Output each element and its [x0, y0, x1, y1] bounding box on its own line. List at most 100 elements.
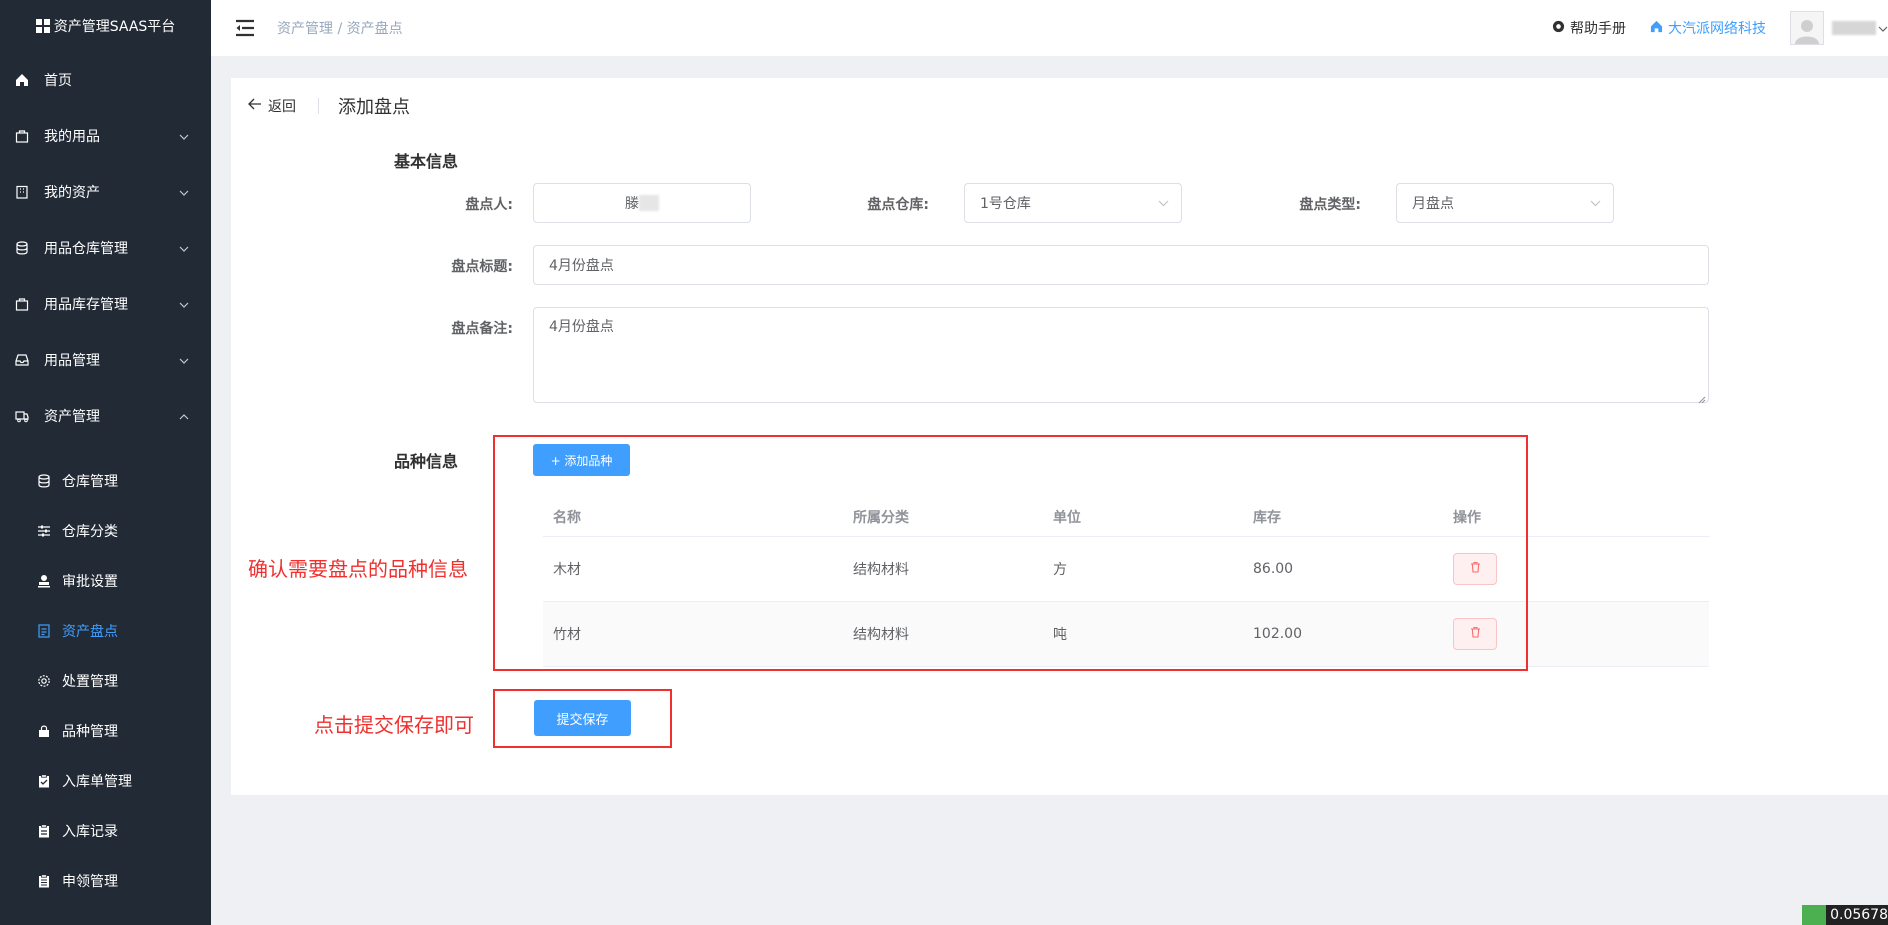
type-select[interactable]: 月盘点: [1396, 183, 1614, 223]
sidebar-item-supply-inventory[interactable]: 用品库存管理: [0, 276, 211, 332]
sidebar-item-supply-warehouse[interactable]: 用品仓库管理: [0, 220, 211, 276]
title-value: 4月份盘点: [549, 258, 614, 274]
lock-icon: [36, 723, 52, 739]
help-manual-label: 帮助手册: [1570, 21, 1626, 37]
variety-info-title: 品种信息: [394, 452, 459, 471]
sidebar-item-my-supplies[interactable]: 我的用品: [0, 108, 211, 164]
warehouse-value: 1号仓库: [980, 196, 1031, 212]
top-header: 资产管理 / 资产盘点 帮助手册 大汽派网络科技: [211, 0, 1888, 56]
home-icon: [14, 72, 30, 88]
sidebar-item-label: 首页: [44, 73, 72, 89]
chevron-down-icon: [179, 296, 189, 312]
speed-icon: [1802, 905, 1827, 925]
database-icon: [36, 473, 52, 489]
checker-field[interactable]: 滕: [533, 183, 751, 223]
basic-info-title: 基本信息: [394, 152, 459, 171]
title-label: 盘点标题:: [451, 259, 513, 275]
company-name: 大汽派网络科技: [1668, 21, 1766, 37]
sidebar-item-label: 我的资产: [44, 185, 100, 201]
sidebar-sub-label: 仓库管理: [62, 474, 118, 490]
chevron-down-icon: [179, 184, 189, 200]
remark-label: 盘点备注:: [451, 321, 513, 337]
sidebar: 资产管理SAAS平台 首页 我的用品 我的资产 用品仓库管理 用品库存管理 用品…: [0, 0, 211, 925]
home-icon: [1650, 20, 1663, 37]
type-value: 月盘点: [1412, 196, 1454, 212]
sidebar-item-asset-management[interactable]: 资产管理: [0, 388, 211, 444]
type-label: 盘点类型:: [1299, 197, 1361, 213]
warehouse-select[interactable]: 1号仓库: [964, 183, 1182, 223]
sidebar-sub-disposal[interactable]: 处置管理: [0, 656, 211, 706]
avatar[interactable]: [1790, 11, 1824, 45]
sidebar-item-supply-management[interactable]: 用品管理: [0, 332, 211, 388]
sidebar-sub-label: 品种管理: [62, 724, 118, 740]
sidebar-sub-label: 审批设置: [62, 574, 118, 590]
sidebar-sub-label: 入库记录: [62, 824, 118, 840]
database-icon: [14, 240, 30, 256]
arrow-left-icon: [248, 98, 262, 114]
checker-label: 盘点人:: [465, 197, 513, 213]
clipboard-icon: [36, 873, 52, 889]
annotation-box-variety: [493, 435, 1528, 671]
sidebar-sub-inbound-record[interactable]: 入库记录: [0, 806, 211, 856]
corner-value: 0.05678: [1830, 907, 1888, 923]
title-input[interactable]: 4月份盘点: [533, 245, 1709, 285]
app-logo[interactable]: 资产管理SAAS平台: [0, 0, 211, 52]
sidebar-item-home[interactable]: 首页: [0, 52, 211, 108]
bag-icon: [14, 296, 30, 312]
gear-icon: [36, 673, 52, 689]
document-icon: [36, 623, 52, 639]
bag-icon: [14, 128, 30, 144]
annotation-confirm-text: 确认需要盘点的品种信息: [248, 557, 468, 581]
menu-fold-icon[interactable]: [235, 18, 255, 38]
inbox-icon: [14, 352, 30, 368]
sidebar-sub-variety[interactable]: 品种管理: [0, 706, 211, 756]
truck-icon: [14, 408, 30, 424]
sidebar-sub-asset-inventory[interactable]: 资产盘点: [0, 606, 211, 656]
remark-value: 4月份盘点: [549, 319, 614, 335]
sidebar-sub-label: 资产盘点: [62, 624, 118, 640]
sidebar-item-label: 资产管理: [44, 409, 100, 425]
sidebar-sub-label: 入库单管理: [62, 774, 132, 790]
stamp-icon: [36, 573, 52, 589]
sidebar-sub-inbound-order[interactable]: 入库单管理: [0, 756, 211, 806]
chevron-down-icon: [1590, 195, 1601, 211]
back-label: 返回: [268, 99, 296, 115]
back-button[interactable]: 返回: [248, 96, 296, 116]
clipboard-icon: [36, 823, 52, 839]
company-switch[interactable]: 大汽派网络科技: [1650, 18, 1766, 38]
header-right: 帮助手册 大汽派网络科技: [1552, 0, 1888, 56]
checker-value: 滕: [625, 196, 639, 212]
chevron-down-icon: [179, 240, 189, 256]
chevron-down-icon: [1158, 195, 1169, 211]
sidebar-sub-label: 仓库分类: [62, 524, 118, 540]
grid-icon: [35, 19, 50, 33]
app-title: 资产管理SAAS平台: [53, 19, 176, 35]
help-manual-link[interactable]: 帮助手册: [1552, 18, 1626, 38]
chevron-down-icon[interactable]: [1878, 20, 1888, 36]
remark-textarea[interactable]: 4月份盘点: [533, 307, 1709, 404]
annotation-click-text: 点击提交保存即可: [314, 713, 474, 737]
sidebar-item-label: 用品仓库管理: [44, 241, 128, 257]
breadcrumb[interactable]: 资产管理 / 资产盘点: [277, 18, 403, 38]
corner-widget: 0.05678: [1802, 905, 1888, 925]
sidebar-item-my-assets[interactable]: 我的资产: [0, 164, 211, 220]
name-redaction: [639, 195, 659, 211]
user-name[interactable]: [1832, 21, 1876, 35]
chevron-down-icon: [179, 128, 189, 144]
sidebar-item-label: 用品库存管理: [44, 297, 128, 313]
sidebar-sub-requisition[interactable]: 申领管理: [0, 856, 211, 906]
chevron-down-icon: [179, 352, 189, 368]
clipboard-check-icon: [36, 773, 52, 789]
sidebar-sub-warehouse-category[interactable]: 仓库分类: [0, 506, 211, 556]
sliders-icon: [36, 523, 52, 539]
warehouse-label: 盘点仓库:: [867, 197, 929, 213]
sidebar-sub-approval[interactable]: 审批设置: [0, 556, 211, 606]
annotation-box-submit: [493, 689, 672, 748]
help-icon: [1552, 20, 1565, 37]
sidebar-sub-label: 处置管理: [62, 674, 118, 690]
sidebar-item-label: 用品管理: [44, 353, 100, 369]
resize-handle-icon[interactable]: [1698, 392, 1706, 404]
sidebar-sub-warehouse[interactable]: 仓库管理: [0, 456, 211, 506]
chevron-up-icon: [179, 408, 189, 424]
sidebar-item-label: 我的用品: [44, 129, 100, 145]
